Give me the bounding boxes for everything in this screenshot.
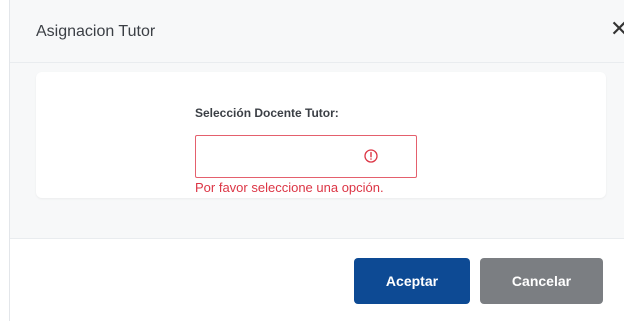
modal-header: Asignacion Tutor ✕ [10, 0, 624, 63]
accept-button[interactable]: Aceptar [354, 258, 470, 304]
footer-divider [10, 238, 624, 239]
form-card: Selección Docente Tutor: Por favor selec… [36, 72, 606, 198]
alert-circle-icon [364, 149, 378, 163]
modal-body: Selección Docente Tutor: Por favor selec… [10, 63, 624, 238]
tutor-select[interactable] [195, 135, 417, 178]
cancel-button[interactable]: Cancelar [480, 258, 603, 304]
modal-title: Asignacion Tutor [36, 23, 156, 40]
close-icon[interactable]: ✕ [610, 18, 624, 42]
validation-error: Por favor seleccione una opción. [195, 180, 384, 195]
tutor-select-label: Selección Docente Tutor: [195, 106, 339, 120]
assign-tutor-modal: Asignacion Tutor ✕ Selección Docente Tut… [9, 0, 624, 321]
